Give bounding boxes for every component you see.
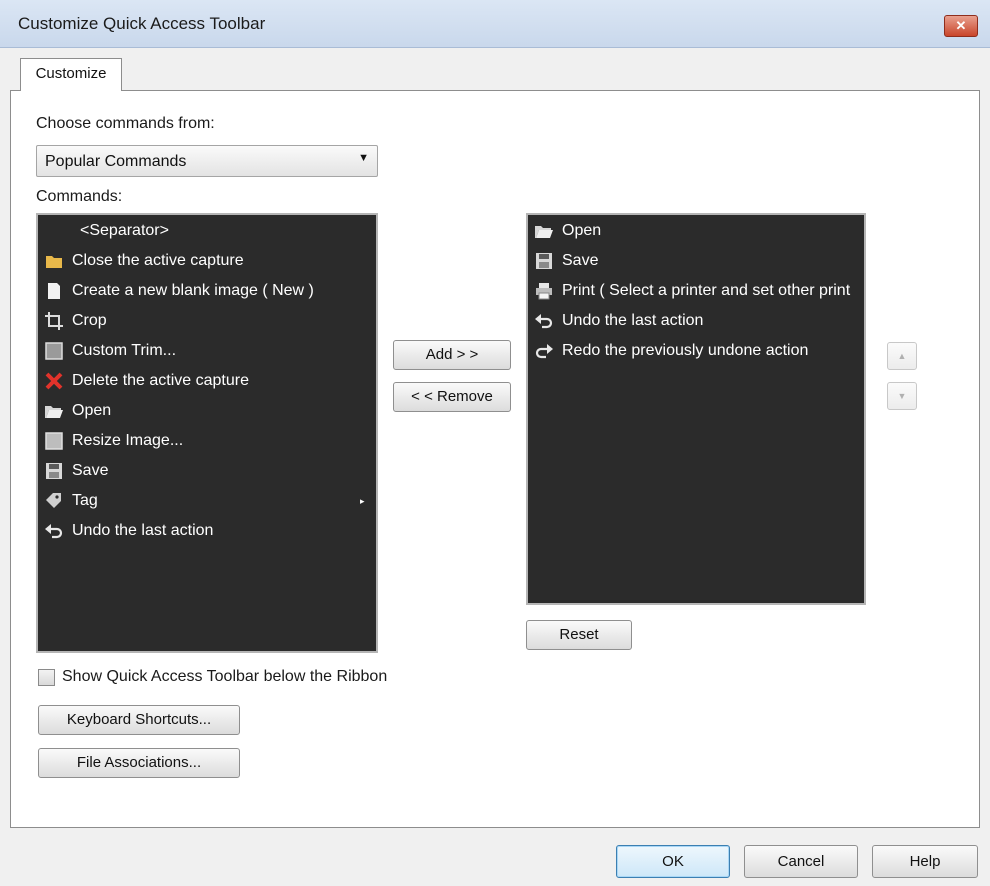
- delete-x-icon: [45, 372, 63, 390]
- list-item-label: Save: [72, 462, 109, 479]
- tag-icon: [46, 493, 61, 508]
- available-commands-list[interactable]: <Separator> Close the active capture Cre…: [36, 213, 378, 653]
- blank-page-icon: [48, 283, 60, 299]
- list-item[interactable]: Save: [532, 247, 868, 275]
- list-item-label: Undo the last action: [72, 522, 214, 539]
- list-item[interactable]: Undo the last action: [532, 307, 868, 335]
- list-item-label: Create a new blank image ( New ): [72, 282, 314, 299]
- keyboard-shortcuts-button[interactable]: Keyboard Shortcuts...: [38, 705, 240, 735]
- list-item-label: Tag: [72, 492, 98, 509]
- printer-icon: [536, 283, 552, 300]
- choose-commands-label: Choose commands from:: [36, 115, 215, 132]
- list-item-label: Delete the active capture: [72, 372, 249, 389]
- list-item[interactable]: Tag ▸: [42, 487, 378, 515]
- floppy-disk-icon: [536, 253, 552, 269]
- redo-icon: [535, 344, 553, 359]
- reset-button[interactable]: Reset: [526, 620, 632, 650]
- list-item[interactable]: Open: [42, 397, 378, 425]
- crop-icon: [45, 312, 63, 330]
- open-folder-icon: [45, 406, 63, 418]
- list-item[interactable]: Undo the last action: [42, 517, 378, 545]
- list-item[interactable]: Close the active capture: [42, 247, 378, 275]
- list-item[interactable]: Save: [42, 457, 378, 485]
- undo-icon: [535, 314, 553, 329]
- cancel-button[interactable]: Cancel: [744, 845, 858, 878]
- dialog-client-area: Customize Choose commands from: Popular …: [0, 48, 990, 886]
- move-down-button[interactable]: ▼: [887, 382, 917, 410]
- list-item[interactable]: Redo the previously undone action: [532, 337, 868, 365]
- quick-access-toolbar-list[interactable]: Open Save Print ( Select a printer and s…: [526, 213, 866, 605]
- list-item-label: Resize Image...: [72, 432, 184, 449]
- list-item[interactable]: Custom Trim...: [42, 337, 378, 365]
- title-bar: Customize Quick Access Toolbar ✕: [0, 0, 990, 48]
- add-button[interactable]: Add > >: [393, 340, 511, 370]
- resize-icon: [45, 432, 63, 450]
- trim-icon: [45, 342, 63, 360]
- close-button[interactable]: ✕: [944, 15, 978, 37]
- list-item-label: Crop: [72, 312, 107, 329]
- list-item[interactable]: Create a new blank image ( New ): [42, 277, 378, 305]
- folder-icon: [46, 256, 62, 268]
- undo-icon: [45, 524, 63, 539]
- show-below-ribbon-label: Show Quick Access Toolbar below the Ribb…: [62, 668, 388, 685]
- list-item[interactable]: Print ( Select a printer and set other p…: [532, 277, 868, 305]
- commands-label: Commands:: [36, 188, 123, 205]
- list-item-label: Custom Trim...: [72, 342, 177, 359]
- list-item-label: Save: [562, 252, 599, 269]
- list-item-label: Open: [562, 222, 602, 239]
- help-button[interactable]: Help: [872, 845, 978, 878]
- submenu-arrow-icon: ▸: [360, 496, 365, 506]
- window-title: Customize Quick Access Toolbar: [18, 14, 266, 33]
- list-item-label: Close the active capture: [72, 252, 244, 269]
- list-item[interactable]: <Separator>: [42, 217, 378, 245]
- list-item-label: Print ( Select a printer and set other p…: [562, 282, 851, 299]
- file-associations-button[interactable]: File Associations...: [38, 748, 240, 778]
- commands-source-dropdown[interactable]: Popular Commands ▼: [36, 145, 378, 177]
- tab-customize[interactable]: Customize: [20, 58, 122, 91]
- list-item-label: Open: [72, 402, 112, 419]
- list-item[interactable]: Resize Image...: [42, 427, 378, 455]
- list-item-label: Undo the last action: [562, 312, 704, 329]
- list-item[interactable]: Crop: [42, 307, 378, 335]
- remove-button[interactable]: < < Remove: [393, 382, 511, 412]
- move-up-button[interactable]: ▲: [887, 342, 917, 370]
- list-item-label: Redo the previously undone action: [562, 342, 809, 359]
- list-item[interactable]: Open: [532, 217, 868, 245]
- chevron-down-icon: ▼: [358, 152, 369, 164]
- floppy-disk-icon: [46, 463, 62, 479]
- dropdown-selected-value: Popular Commands: [45, 153, 187, 170]
- show-below-ribbon-checkbox[interactable]: [38, 669, 55, 686]
- open-folder-icon: [535, 226, 553, 238]
- ok-button[interactable]: OK: [616, 845, 730, 878]
- list-item-label: <Separator>: [80, 222, 169, 239]
- list-item[interactable]: Delete the active capture: [42, 367, 378, 395]
